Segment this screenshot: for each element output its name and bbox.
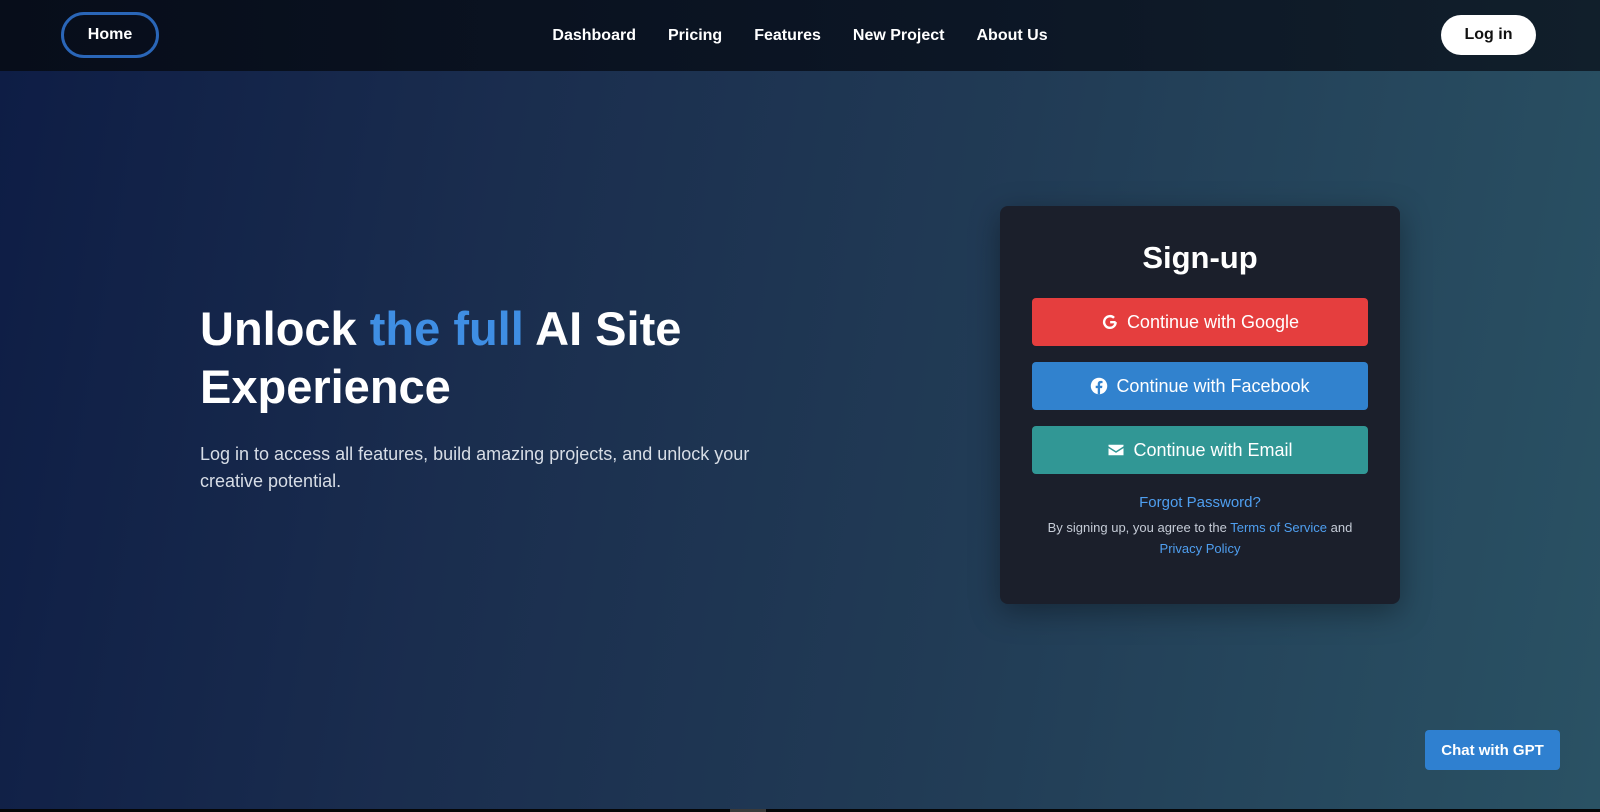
nav-link-features[interactable]: Features xyxy=(754,27,821,45)
top-navbar: Home Dashboard Pricing Features New Proj… xyxy=(0,0,1600,71)
facebook-button-label: Continue with Facebook xyxy=(1116,375,1310,396)
home-button[interactable]: Home xyxy=(61,12,159,58)
forgot-password-link[interactable]: Forgot Password? xyxy=(1000,494,1400,511)
signup-card: Sign-up Continue with Google Continue wi… xyxy=(1000,206,1400,604)
nav-link-new-project[interactable]: New Project xyxy=(853,27,945,45)
signup-title: Sign-up xyxy=(1142,240,1258,275)
envelope-icon xyxy=(1108,444,1124,456)
continue-with-google-button[interactable]: Continue with Google xyxy=(1032,298,1368,346)
terms-of-service-link[interactable]: Terms of Service xyxy=(1230,520,1327,535)
nav-link-pricing[interactable]: Pricing xyxy=(668,27,722,45)
legal-and: and xyxy=(1327,520,1353,535)
privacy-policy-link[interactable]: Privacy Policy xyxy=(1160,541,1241,556)
google-icon xyxy=(1102,314,1117,330)
email-button-label: Continue with Email xyxy=(1133,439,1293,460)
hero-subtext: Log in to access all features, build ama… xyxy=(200,444,750,491)
legal-prefix: By signing up, you agree to the xyxy=(1047,520,1231,535)
nav-link-about-us[interactable]: About Us xyxy=(977,27,1048,45)
nav-links: Dashboard Pricing Features New Project A… xyxy=(0,0,1600,71)
headline-part1: Unlock xyxy=(200,302,370,355)
login-button[interactable]: Log in xyxy=(1441,15,1536,55)
continue-with-facebook-button[interactable]: Continue with Facebook xyxy=(1032,362,1368,410)
facebook-icon xyxy=(1091,377,1108,395)
nav-link-dashboard[interactable]: Dashboard xyxy=(552,27,636,45)
headline-accent: the full xyxy=(369,302,524,355)
chat-with-gpt-button[interactable]: Chat with GPT xyxy=(1425,730,1560,770)
continue-with-email-button[interactable]: Continue with Email xyxy=(1032,426,1368,474)
legal-notice: By signing up, you agree to the Terms of… xyxy=(1030,517,1370,559)
hero-headline: Unlock the full AI Site Experience xyxy=(200,300,800,416)
google-button-label: Continue with Google xyxy=(1126,311,1300,332)
